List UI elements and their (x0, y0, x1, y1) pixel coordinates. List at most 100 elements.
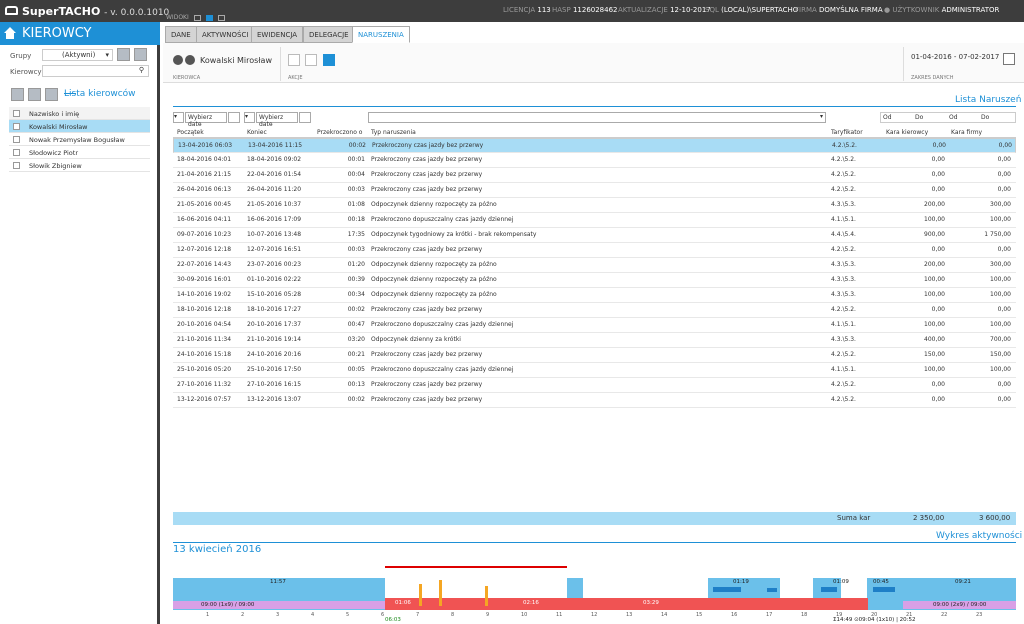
col-type[interactable]: Typ naruszenia (371, 129, 416, 136)
hour-tick: 5 (346, 612, 350, 618)
violation-row[interactable]: 30-09-2016 16:01 01-10-2016 02:22 00:39 Odp… (173, 273, 1016, 288)
row-tariff: 4.2.\5.2. (831, 171, 856, 178)
violation-row[interactable]: 14-10-2016 19:02 15-10-2016 05:28 00:34 Odp… (173, 288, 1016, 303)
filter-icon[interactable] (323, 54, 335, 66)
chart-summary: Σ14:49 ⊙09:04 (1x10) | 20:52 (833, 617, 916, 623)
row-type: Przekroczony czas jazdy bez przerwy (371, 396, 483, 403)
row-tariff: 4.2.\5.2. (831, 396, 856, 403)
tab-ewidencja[interactable]: EWIDENCJA (251, 26, 304, 43)
col-company-fine[interactable]: Kara firmy (951, 129, 982, 136)
col-end[interactable]: Koniec (247, 129, 267, 136)
violation-row[interactable]: 09-07-2016 10:23 10-07-2016 13:48 17:35 Odp… (173, 228, 1016, 243)
col-tariff[interactable]: Taryfikator (831, 129, 863, 136)
select-all-checkbox[interactable] (13, 110, 20, 117)
row-type: Przekroczono dopuszczalny czas jazdy dzi… (371, 321, 514, 328)
view-single-icon[interactable] (194, 15, 201, 21)
row-tariff: 4.3.\5.3. (831, 201, 856, 208)
add-driver-icon[interactable] (11, 88, 24, 101)
filter-dropdown-icon[interactable]: ▾ (244, 112, 255, 123)
violation-type-filter[interactable]: ▾ (368, 112, 826, 123)
row-driver-fine: 0,00 (931, 186, 945, 193)
row-tariff: 4.2.\5.2. (831, 246, 856, 253)
violation-row[interactable]: 21-04-2016 21:15 22-04-2016 01:54 00:04 Prz… (173, 168, 1016, 183)
ribbon: Kowalski Mirosław KIEROWCA AKCJE ZAKRES … (163, 43, 1024, 83)
violation-row[interactable]: 12-07-2016 12:18 12-07-2016 16:51 00:03 Prz… (173, 243, 1016, 258)
date-filter-end[interactable]: Wybierz datę (256, 112, 298, 128)
add-group-icon[interactable] (117, 48, 130, 61)
row-exceeded: 03:20 (347, 336, 365, 343)
hour-tick: 23 (976, 612, 983, 618)
row-start: 13-04-2016 06:03 (178, 142, 233, 149)
tab-aktywnosci[interactable]: AKTYWNOŚCI (196, 26, 255, 43)
hour-tick: 14 (661, 612, 668, 618)
daily-rest-label: 09:00 (2x9) / 09:00 (933, 602, 987, 608)
row-start: 13-12-2016 07:57 (177, 396, 232, 403)
row-driver-fine: 0,00 (931, 156, 945, 163)
tab-dane[interactable]: DANE (165, 26, 197, 43)
row-start: 09-07-2016 10:23 (177, 231, 232, 238)
prev-driver-icon[interactable] (173, 55, 183, 65)
edit-group-icon[interactable] (134, 48, 147, 61)
violation-row[interactable]: 18-10-2016 12:18 18-10-2016 17:27 00:02 Prz… (173, 303, 1016, 318)
refresh-icon[interactable] (288, 54, 300, 66)
violation-row[interactable]: 26-04-2016 06:13 26-04-2016 11:20 00:03 Prz… (173, 183, 1016, 198)
remove-driver-icon[interactable] (28, 88, 41, 101)
driver-checkbox[interactable] (13, 149, 20, 156)
driver-row[interactable]: Słowik Zbigniew (9, 159, 150, 172)
calendar-icon[interactable] (1003, 53, 1015, 65)
calendar-start-icon[interactable] (228, 112, 240, 123)
violation-row[interactable]: 20-10-2016 04:54 20-10-2016 17:37 00:47 Prz… (173, 318, 1016, 333)
driver-search-input[interactable]: ⚲ (42, 65, 149, 77)
violation-row[interactable]: 13-04-2016 06:03 13-04-2016 11:15 00:02 Prz… (173, 138, 1016, 153)
row-driver-fine: 0,00 (931, 306, 945, 313)
driver-checkbox[interactable] (13, 136, 20, 143)
col-driver-fine[interactable]: Kara kierowcy (886, 129, 928, 136)
calendar-end-icon[interactable] (299, 112, 311, 123)
view-split-icon[interactable] (218, 15, 225, 21)
rest-duration-label: 00:45 (873, 579, 889, 585)
row-type: Przekroczony czas jazdy bez przerwy (372, 142, 484, 149)
row-type: Odpoczynek dzienny rozpoczęty za późno (371, 276, 497, 283)
row-exceeded: 00:18 (347, 216, 365, 223)
violation-row[interactable]: 27-10-2016 11:32 27-10-2016 16:15 00:13 Prz… (173, 378, 1016, 393)
violation-row[interactable]: 16-06-2016 04:11 16-06-2016 17:09 00:18 Prz… (173, 213, 1016, 228)
col-exceeded[interactable]: Przekroczono o (317, 129, 362, 136)
violation-row[interactable]: 22-07-2016 14:43 23-07-2016 00:23 01:20 Odp… (173, 258, 1016, 273)
edit-driver-icon[interactable] (45, 88, 58, 101)
view-double-icon[interactable] (206, 15, 213, 21)
filter-dropdown-icon[interactable]: ▾ (173, 112, 184, 123)
tab-naruszenia[interactable]: NARUSZENIA (352, 26, 410, 43)
violation-row[interactable]: 21-10-2016 11:34 21-10-2016 19:14 03:20 Odp… (173, 333, 1016, 348)
row-type: Przekroczony czas jazdy bez przerwy (371, 171, 483, 178)
violation-row[interactable]: 25-10-2016 05:20 25-10-2016 17:50 00:05 Prz… (173, 363, 1016, 378)
top-bar: SuperTACHO - v. 0.0.0.1010 WIDOKI LICENC… (0, 0, 1024, 22)
driver-row[interactable]: Kowalski Mirosław (9, 120, 150, 133)
row-tariff: 4.2.\5.2. (831, 156, 856, 163)
date-range-value[interactable]: 01-04-2016 - 07-02-2017 (911, 53, 999, 61)
row-company-fine: 0,00 (997, 396, 1011, 403)
row-tariff: 4.4.\5.4. (831, 231, 856, 238)
col-start[interactable]: Początek (177, 129, 204, 136)
row-start: 27-10-2016 11:32 (177, 381, 232, 388)
fine-filter[interactable]: Od Do Od Do (880, 112, 1016, 123)
driver-row[interactable]: Nowak Przemysław Bogusław (9, 133, 150, 146)
violation-row[interactable]: 18-04-2016 04:01 18-04-2016 09:02 00:01 Prz… (173, 153, 1016, 168)
row-driver-fine: 0,00 (931, 381, 945, 388)
next-driver-icon[interactable] (185, 55, 195, 65)
print-icon[interactable] (305, 54, 317, 66)
row-end: 13-12-2016 13:07 (247, 396, 302, 403)
violation-row[interactable]: 13-12-2016 07:57 13-12-2016 13:07 00:02 Prz… (173, 393, 1016, 408)
groups-select[interactable]: (Aktywni) ▾ (42, 49, 113, 61)
search-icon: ⚲ (138, 66, 144, 74)
driver-checkbox[interactable] (13, 123, 20, 130)
row-exceeded: 00:02 (347, 306, 365, 313)
violation-row[interactable]: 21-05-2016 00:45 21-05-2016 10:37 01:08 Odp… (173, 198, 1016, 213)
row-type: Odpoczynek dzienny rozpoczęty za późno (371, 291, 497, 298)
date-filter-start[interactable]: Wybierz datę (185, 112, 227, 128)
drive-duration-label: 03:29 (643, 600, 659, 606)
driver-checkbox[interactable] (13, 162, 20, 169)
home-icon[interactable] (3, 26, 17, 40)
violation-row[interactable]: 24-10-2016 15:18 24-10-2016 20:16 00:21 Prz… (173, 348, 1016, 363)
tab-delegacje[interactable]: DELEGACJE (303, 26, 355, 43)
driver-row[interactable]: Słodowicz Piotr (9, 146, 150, 159)
